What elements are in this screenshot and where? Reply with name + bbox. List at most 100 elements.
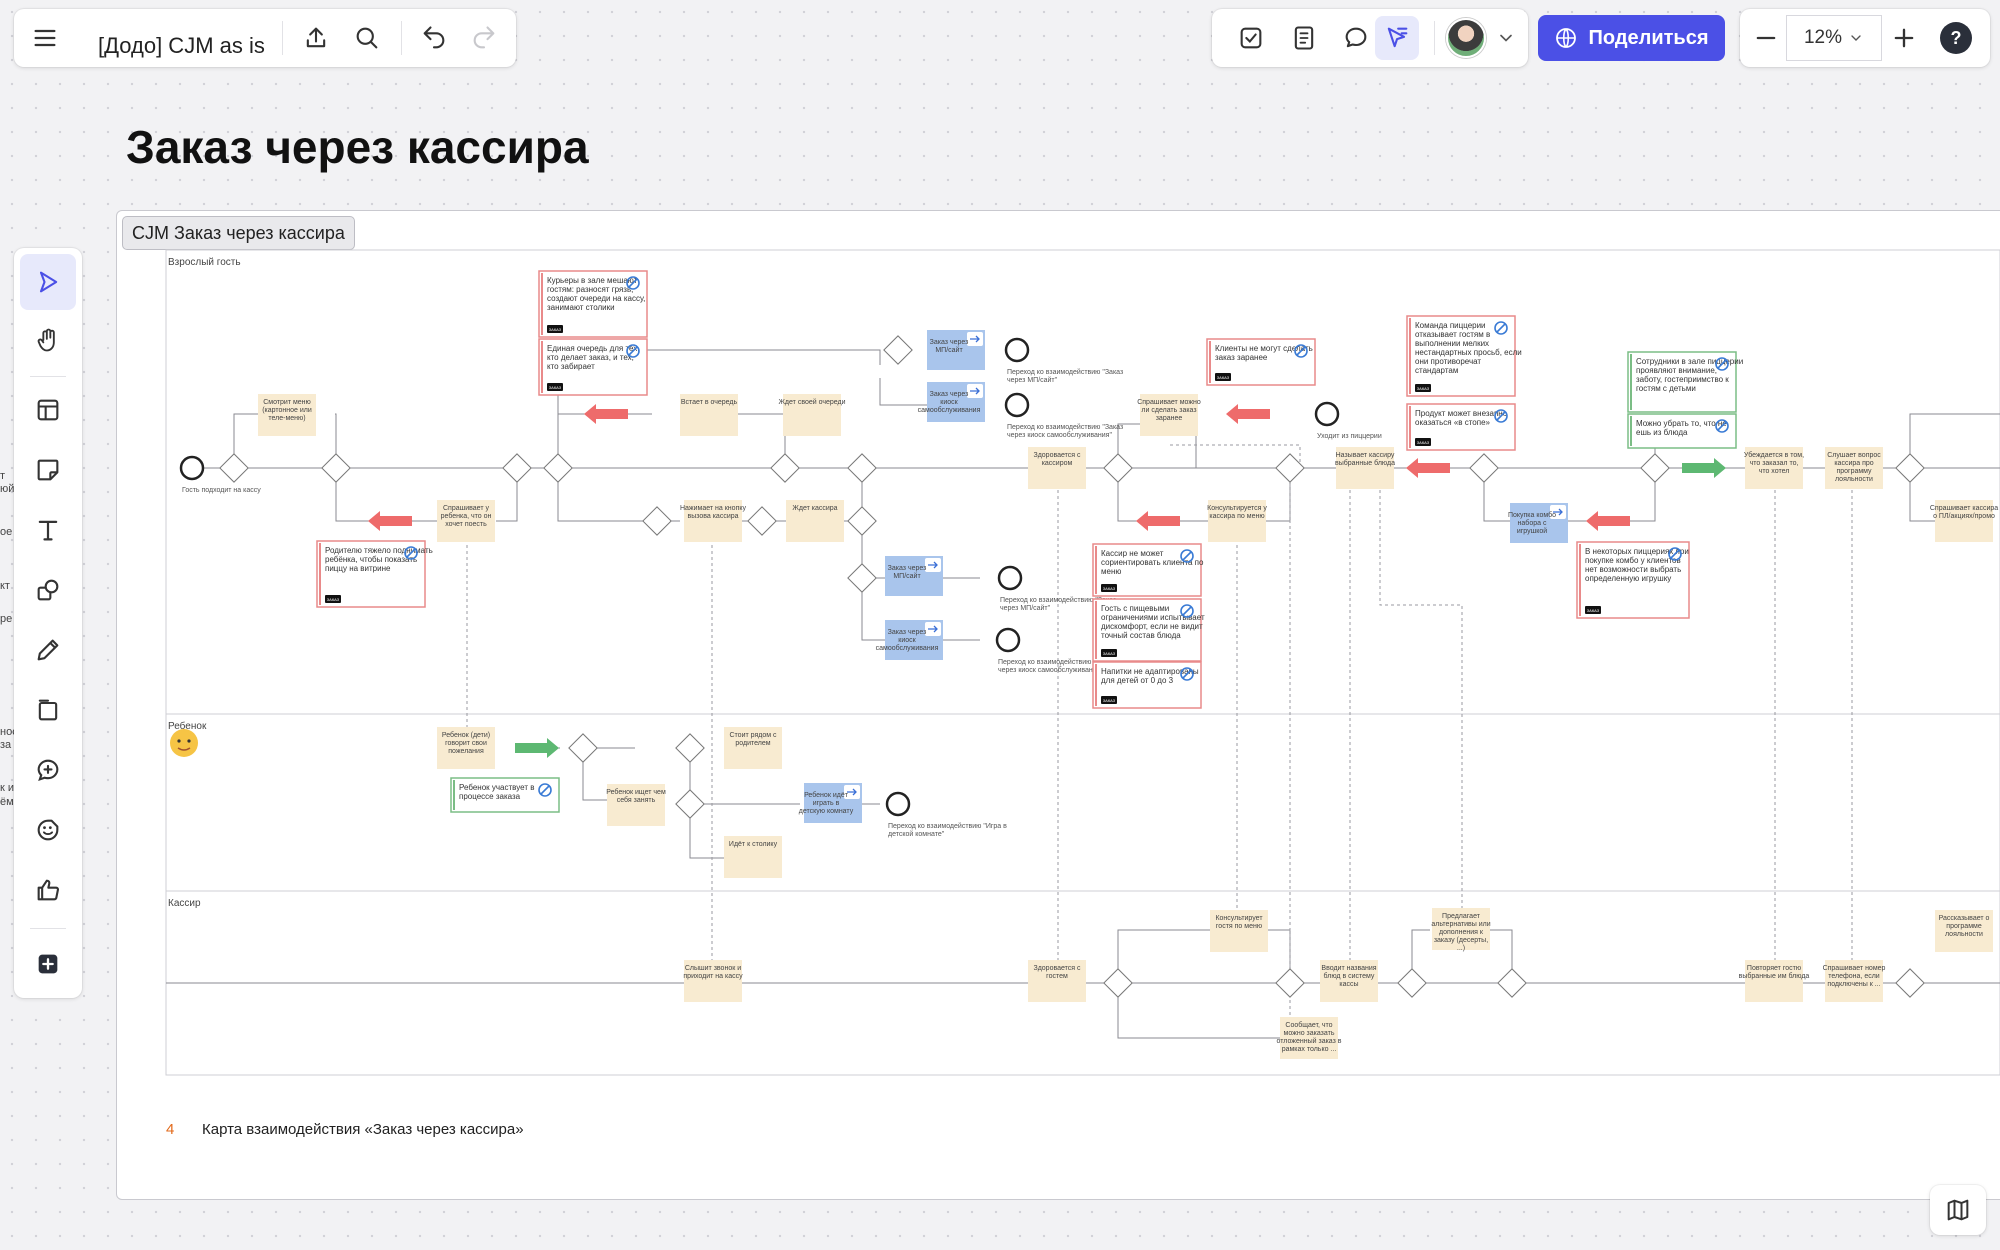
gateway-diamond[interactable]: [747, 506, 777, 536]
pain-point-note[interactable]: Напитки не адаптированы для детей от 0 до…: [1092, 661, 1202, 709]
gateway-diamond[interactable]: [1103, 968, 1133, 998]
gateway-diamond[interactable]: [675, 789, 705, 819]
note-tag: ЗАКАЗ: [549, 327, 562, 332]
task-box[interactable]: Слышит звонок и приходит на кассу: [683, 960, 743, 1002]
task-box[interactable]: Вводит названия блюд в систему кассы: [1320, 960, 1378, 1002]
sticky-note-tool[interactable]: [20, 442, 76, 498]
task-box[interactable]: Слушает вопрос кассира про программу лояльн…: [1825, 447, 1883, 489]
gateway-diamond[interactable]: [543, 453, 573, 483]
pain-point-note[interactable]: Курьеры в зале мешают гостям: разносят гр…: [538, 270, 648, 338]
pain-point-note[interactable]: Клиенты не могут сделать заказ заранееЗАК…: [1206, 338, 1316, 386]
task-box[interactable]: Здоровается с кассиром: [1028, 447, 1086, 489]
task-box[interactable]: Спрашивает номер телефона, если подключены…: [1823, 960, 1886, 1002]
gain-note[interactable]: Ребенок участвует в процессе заказа: [450, 777, 560, 813]
add-icon: [38, 954, 58, 974]
task-box[interactable]: Называет кассиру выбранные блюда: [1335, 447, 1395, 489]
pain-point-note[interactable]: Продукт может внезапно оказаться «в стопе…: [1406, 403, 1516, 451]
pen-tool[interactable]: [20, 622, 76, 678]
event-circle[interactable]: [997, 565, 1023, 591]
pain-point-note[interactable]: Кассир не может сориентировать клиента по…: [1092, 543, 1204, 597]
divider: [30, 376, 66, 377]
task-box[interactable]: Повторяет гостю выбранные им блюда: [1739, 960, 1810, 1002]
channel-task[interactable]: Покупка комбо набора с игрушкой: [1508, 503, 1568, 543]
gateway-diamond[interactable]: [1397, 968, 1427, 998]
comment-tool[interactable]: [20, 742, 76, 798]
channel-task[interactable]: Заказ через киоск самообслуживания: [876, 620, 943, 660]
like-tool[interactable]: [20, 862, 76, 918]
pain-point-note[interactable]: Родителю тяжело поднимать ребёнка, чтобы …: [316, 540, 433, 608]
gateway-diamond[interactable]: [321, 453, 351, 483]
hand-tool[interactable]: [20, 312, 76, 368]
task-box[interactable]: Смотрит меню (картонное или теле-меню): [258, 394, 316, 436]
event-circle[interactable]: [885, 791, 911, 817]
more-tools-button[interactable]: [20, 936, 76, 992]
channel-task[interactable]: Заказ через МП/сайт: [885, 556, 943, 596]
comment-add-icon: [37, 759, 59, 782]
event-circle[interactable]: [1004, 392, 1030, 418]
note-tag: ЗАКАЗ: [1417, 386, 1430, 391]
event-circle[interactable]: [995, 627, 1021, 653]
event-circle[interactable]: [1004, 337, 1030, 363]
minimap-button[interactable]: [1930, 1185, 1986, 1235]
gateway-diamond[interactable]: [1895, 453, 1925, 483]
task-box[interactable]: Идёт к столику: [724, 836, 782, 878]
sticker-icon: [37, 819, 59, 841]
task-box[interactable]: Консультируется у кассира по меню: [1207, 500, 1267, 542]
channel-task[interactable]: Заказ через МП/сайт: [927, 330, 985, 370]
gateway-diamond[interactable]: [883, 335, 913, 365]
task-box[interactable]: Ждет своей очереди: [778, 394, 846, 436]
channel-task[interactable]: Заказ через киоск самообслуживания: [918, 382, 985, 422]
task-box[interactable]: Консультирует гостя по меню: [1210, 910, 1268, 952]
gateway-diamond[interactable]: [1469, 453, 1499, 483]
gateway-diamond[interactable]: [1640, 453, 1670, 483]
gateway-diamond[interactable]: [847, 453, 877, 483]
gateway-diamond[interactable]: [1895, 968, 1925, 998]
pain-point-note[interactable]: Команда пиццерии отказывает гостям в выпол…: [1406, 315, 1522, 397]
pain-point-note[interactable]: В некоторых пиццериях при покупке комбо у…: [1576, 541, 1690, 619]
task-box[interactable]: Ждет кассира: [786, 500, 844, 542]
gateway-diamond[interactable]: [847, 563, 877, 593]
gain-note[interactable]: Можно убрать то, что не ешь из блюда: [1627, 413, 1737, 449]
gateway-diamond[interactable]: [675, 733, 705, 763]
sticker-tool[interactable]: [20, 802, 76, 858]
task-box[interactable]: Спрашивает у ребенка, что он хочет поесть: [437, 500, 495, 542]
task-box[interactable]: Рассказывает о программе лояльности: [1935, 910, 1993, 952]
task-box[interactable]: Нажимает на кнопку вызова кассира: [680, 500, 747, 542]
gateway-diamond[interactable]: [568, 733, 598, 763]
gateway-diamond[interactable]: [1103, 453, 1133, 483]
gateway-diamond[interactable]: [770, 453, 800, 483]
gateway-diamond[interactable]: [502, 453, 532, 483]
cjm-diagram[interactable]: Взрослый гостьРебенокКассир Гость подход…: [0, 0, 2000, 1250]
select-tool[interactable]: [20, 254, 76, 310]
task-box[interactable]: Убеждается в том, что заказал то, что хоте…: [1744, 447, 1804, 489]
channel-task[interactable]: Ребенок идёт играть в детскую комнату: [799, 783, 862, 823]
pain-point-note[interactable]: Единая очередь для тех, кто делает заказ,…: [538, 338, 648, 396]
task-box[interactable]: Ребенок (дети) говорит свои пожелания: [437, 727, 495, 769]
task-box[interactable]: Стоит рядом с родителем: [724, 727, 782, 769]
gateway-diamond[interactable]: [1497, 968, 1527, 998]
task-box[interactable]: Спрашивает кассира о ПЛ/акциях/промо: [1930, 500, 1998, 542]
frame-tool[interactable]: [20, 682, 76, 738]
text-tool[interactable]: [20, 502, 76, 558]
gain-note[interactable]: Сотрудники в зале пиццерии проявляют вним…: [1627, 351, 1743, 413]
task-label: Повторяет гостю выбранные им блюда: [1739, 965, 1810, 980]
task-box[interactable]: Здоровается с гостем: [1028, 960, 1086, 1002]
pain-arrow-icon: [1226, 404, 1270, 424]
task-box[interactable]: Ребенок ищет чем себя занять: [606, 784, 666, 826]
task-box[interactable]: Спрашивает можно ли сделать заказ заранее: [1137, 394, 1201, 436]
divider: [30, 928, 66, 929]
event-circle[interactable]: [1314, 401, 1340, 427]
shapes-tool[interactable]: [20, 562, 76, 618]
task-box[interactable]: Предлагает альтернативы или дополнения к за…: [1431, 908, 1491, 952]
task-box[interactable]: Встает в очередь: [680, 394, 738, 436]
gateway-diamond[interactable]: [847, 506, 877, 536]
pain-point-note[interactable]: Гость с пищевыми ограничениями испытывает…: [1092, 598, 1205, 662]
gateway-diamond[interactable]: [1275, 968, 1305, 998]
gateway-diamond[interactable]: [642, 506, 672, 536]
task-box[interactable]: Сообщает, что можно заказать отложенный за…: [1277, 1017, 1342, 1059]
gateway-diamond[interactable]: [219, 453, 249, 483]
template-tool[interactable]: [20, 382, 76, 438]
note-tag: ЗАКАЗ: [327, 597, 340, 602]
event-circle[interactable]: [179, 455, 205, 481]
gateway-diamond[interactable]: [1275, 453, 1305, 483]
